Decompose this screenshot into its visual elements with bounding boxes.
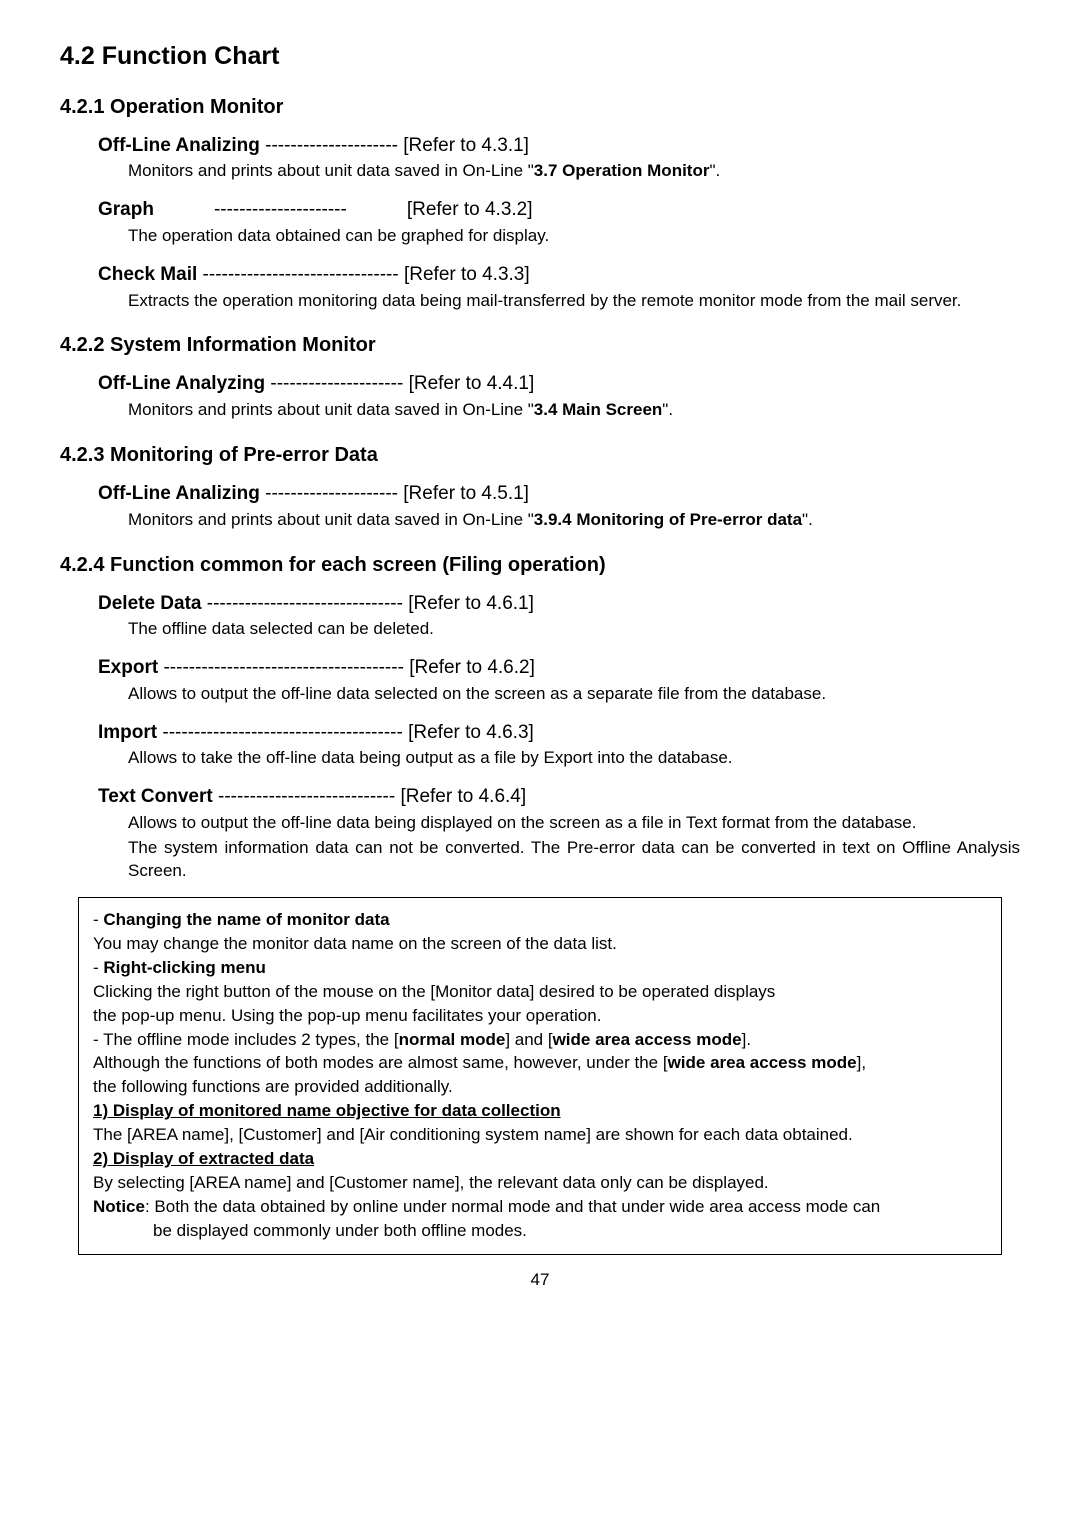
text: ] and [ bbox=[505, 1030, 552, 1049]
text: ". bbox=[662, 400, 673, 419]
text: The operation data obtained can be graph… bbox=[128, 226, 549, 245]
entry: Text Convert ---------------------------… bbox=[98, 784, 1020, 882]
text: be displayed commonly under both offline… bbox=[153, 1221, 527, 1240]
entry: Off-Line Analizing ---------------------… bbox=[98, 481, 1020, 532]
section-heading: 4.2.1 Operation Monitor bbox=[60, 94, 1020, 121]
dashes: -------------------------------------- bbox=[158, 657, 409, 678]
entry-name: Text Convert bbox=[98, 786, 213, 807]
text: Monitors and prints about unit data save… bbox=[128, 400, 534, 419]
entry-desc: Monitors and prints about unit data save… bbox=[128, 399, 1020, 422]
entry-name: Off-Line Analizing bbox=[98, 135, 260, 156]
entry-name: Import bbox=[98, 722, 157, 743]
entry-ref: [Refer to 4.3.2] bbox=[407, 199, 533, 220]
text: : Both the data obtained by online under… bbox=[145, 1197, 880, 1216]
text: You may change the monitor data name on … bbox=[93, 934, 617, 953]
entry-head: Off-Line Analizing ---------------------… bbox=[98, 481, 1020, 507]
text: Monitors and prints about unit data save… bbox=[128, 161, 534, 180]
text: 1) Display of monitored name objective f… bbox=[93, 1101, 561, 1120]
entry-ref: [Refer to 4.3.3] bbox=[404, 264, 530, 285]
text: the following functions are provided add… bbox=[93, 1077, 453, 1096]
dashes: --------------------- bbox=[260, 135, 403, 156]
section-heading: 4.2.4 Function common for each screen (F… bbox=[60, 552, 1020, 579]
text: wide area access mode bbox=[668, 1053, 857, 1072]
entry-head: Delete Data ----------------------------… bbox=[98, 591, 1020, 617]
entry-name: Check Mail bbox=[98, 264, 197, 285]
entry-ref: [Refer to 4.6.4] bbox=[400, 786, 526, 807]
page-title: 4.2 Function Chart bbox=[60, 40, 1020, 74]
text: Although the functions of both modes are… bbox=[93, 1053, 668, 1072]
text: Monitors and prints about unit data save… bbox=[128, 510, 534, 529]
entry-name: Delete Data bbox=[98, 593, 202, 614]
dashes: --------------------- bbox=[265, 373, 408, 394]
entry-head: Graph --------------------- [Refer to 4.3.… bbox=[98, 197, 1020, 223]
dashes: ---------------------------- bbox=[213, 786, 401, 807]
entry-head: Off-Line Analyzing ---------------------… bbox=[98, 371, 1020, 397]
entry-head: Text Convert ---------------------------… bbox=[98, 784, 1020, 810]
entry-ref: [Refer to 4.4.1] bbox=[409, 373, 535, 394]
text: Clicking the right button of the mouse o… bbox=[93, 982, 775, 1001]
text: - bbox=[93, 910, 103, 929]
text: 3.4 Main Screen bbox=[534, 400, 663, 419]
entry-desc: The operation data obtained can be graph… bbox=[128, 225, 1020, 248]
dashes: ------------------------------- bbox=[202, 593, 409, 614]
dashes: --------------------- bbox=[214, 199, 347, 220]
text: ]. bbox=[742, 1030, 751, 1049]
entry: Import ---------------------------------… bbox=[98, 720, 1020, 771]
entry-desc: Allows to take the off-line data being o… bbox=[128, 747, 1020, 770]
entry: Check Mail -----------------------------… bbox=[98, 262, 1020, 313]
dashes: -------------------------------------- bbox=[157, 722, 408, 743]
entry-desc: Monitors and prints about unit data save… bbox=[128, 160, 1020, 183]
dashes: ------------------------------- bbox=[197, 264, 404, 285]
text: wide area access mode bbox=[553, 1030, 742, 1049]
entry-ref: [Refer to 4.6.3] bbox=[408, 722, 534, 743]
dashes: --------------------- bbox=[260, 483, 403, 504]
text: ". bbox=[709, 161, 720, 180]
entry-head: Off-Line Analizing ---------------------… bbox=[98, 133, 1020, 159]
text: - The offline mode includes 2 types, the… bbox=[93, 1030, 399, 1049]
entry-name: Export bbox=[98, 657, 158, 678]
entry: Off-Line Analyzing ---------------------… bbox=[98, 371, 1020, 422]
text: Allows to output the off-line data selec… bbox=[128, 684, 826, 703]
entry-head: Import ---------------------------------… bbox=[98, 720, 1020, 746]
text: 2) Display of extracted data bbox=[93, 1149, 314, 1168]
text: normal mode bbox=[399, 1030, 506, 1049]
entry-ref: [Refer to 4.6.1] bbox=[408, 593, 534, 614]
entry: Delete Data ----------------------------… bbox=[98, 591, 1020, 642]
text: Notice bbox=[93, 1197, 145, 1216]
entry: Export ---------------------------------… bbox=[98, 655, 1020, 706]
entry-desc: The offline data selected can be deleted… bbox=[128, 618, 1020, 641]
text: the pop-up menu. Using the pop-up menu f… bbox=[93, 1006, 601, 1025]
entry-head: Check Mail -----------------------------… bbox=[98, 262, 1020, 288]
text: 3.9.4 Monitoring of Pre-error data bbox=[534, 510, 802, 529]
info-box: - Changing the name of monitor data You … bbox=[78, 897, 1002, 1255]
section-heading: 4.2.3 Monitoring of Pre-error Data bbox=[60, 442, 1020, 469]
text: Changing the name of monitor data bbox=[103, 910, 389, 929]
entry-desc: The system information data can not be c… bbox=[128, 837, 1020, 883]
text: By selecting [AREA name] and [Customer n… bbox=[93, 1173, 769, 1192]
entry-ref: [Refer to 4.3.1] bbox=[403, 135, 529, 156]
entry-desc: Allows to output the off-line data being… bbox=[128, 812, 1020, 835]
text: Extracts the operation monitoring data b… bbox=[128, 291, 961, 310]
page-number: 47 bbox=[60, 1269, 1020, 1292]
text: - bbox=[93, 958, 103, 977]
text: ], bbox=[857, 1053, 866, 1072]
entry-ref: [Refer to 4.6.2] bbox=[409, 657, 535, 678]
text: Right-clicking menu bbox=[103, 958, 265, 977]
entry-desc: Monitors and prints about unit data save… bbox=[128, 509, 1020, 532]
text: The offline data selected can be deleted… bbox=[128, 619, 434, 638]
text: 3.7 Operation Monitor bbox=[534, 161, 710, 180]
entry-desc: Allows to output the off-line data selec… bbox=[128, 683, 1020, 706]
entry-name: Off-Line Analyzing bbox=[98, 373, 265, 394]
text: Allows to take the off-line data being o… bbox=[128, 748, 733, 767]
entry-name: Graph bbox=[98, 199, 154, 220]
entry-head: Export ---------------------------------… bbox=[98, 655, 1020, 681]
entry-ref: [Refer to 4.5.1] bbox=[403, 483, 529, 504]
section-heading: 4.2.2 System Information Monitor bbox=[60, 332, 1020, 359]
entry: Graph --------------------- [Refer to 4.3.… bbox=[98, 197, 1020, 248]
entry-name: Off-Line Analizing bbox=[98, 483, 260, 504]
entry: Off-Line Analizing ---------------------… bbox=[98, 133, 1020, 184]
text: ". bbox=[802, 510, 813, 529]
entry-desc: Extracts the operation monitoring data b… bbox=[128, 290, 1020, 313]
text: The [AREA name], [Customer] and [Air con… bbox=[93, 1125, 853, 1144]
